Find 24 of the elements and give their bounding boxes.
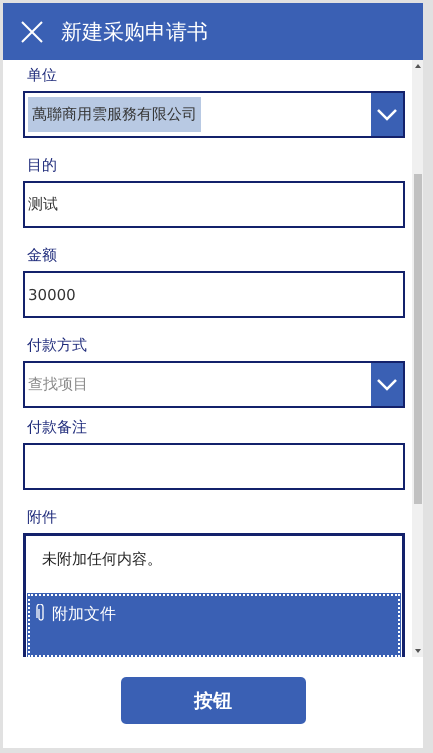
dropdown[interactable]: 萬聯商用雲服務有限公司 <box>23 91 405 138</box>
chevron-down-icon[interactable] <box>377 108 397 120</box>
paperclip-icon <box>36 604 46 622</box>
input-field[interactable]: 测试 <box>23 181 405 228</box>
scroll-down-icon[interactable] <box>414 649 420 653</box>
empty-message: 未附加任何内容。 <box>41 549 163 570</box>
field-label: 付款方式 <box>27 335 87 355</box>
close-icon[interactable] <box>21 20 43 42</box>
chevron-down-icon[interactable] <box>377 378 397 390</box>
scrollbar[interactable] <box>412 60 423 657</box>
field-label: 付款备注 <box>27 417 87 437</box>
selected-value: 萬聯商用雲服務有限公司 <box>28 97 201 132</box>
field-label: 单位 <box>27 65 57 85</box>
attach-file-button[interactable]: 附加文件 <box>28 594 400 657</box>
field-label: 附件 <box>27 507 57 527</box>
input-field[interactable] <box>23 443 405 490</box>
page-title: 新建采购申请书 <box>61 18 208 46</box>
input-field[interactable]: 30000 <box>23 271 405 318</box>
scroll-up-icon[interactable] <box>414 64 420 68</box>
field-label: 目的 <box>27 155 57 175</box>
dropdown[interactable]: 查找项目 <box>23 361 405 408</box>
placeholder-text: 查找项目 <box>28 375 88 394</box>
submit-button[interactable]: 按钮 <box>120 677 306 724</box>
field-label: 金额 <box>27 245 57 265</box>
